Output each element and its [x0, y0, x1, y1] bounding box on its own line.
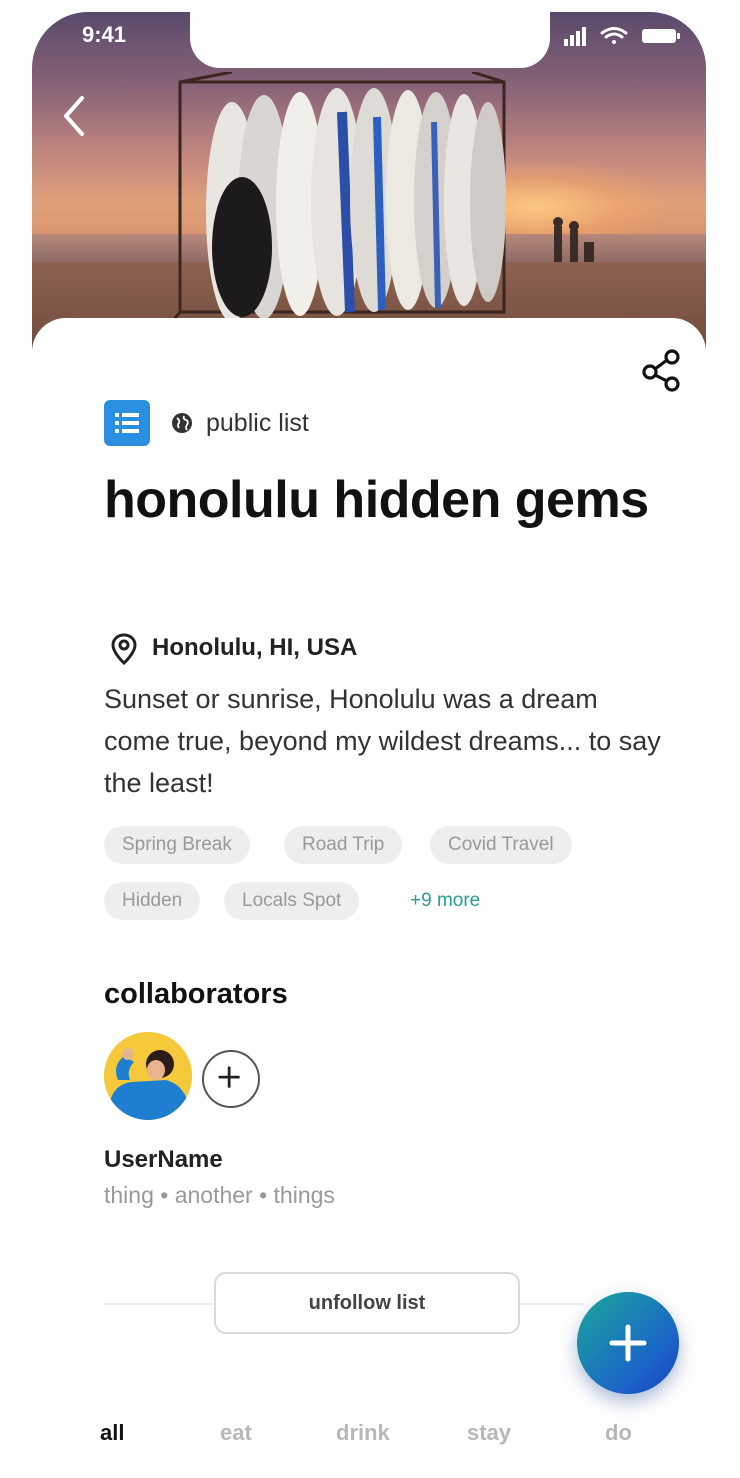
- wifi-icon: [600, 27, 628, 44]
- avatar[interactable]: [104, 1032, 192, 1120]
- collaborators-heading: collaborators: [104, 978, 288, 1010]
- status-time: 9:41: [82, 22, 127, 47]
- add-collaborator-button[interactable]: [202, 1050, 260, 1108]
- add-fab-button[interactable]: [577, 1292, 679, 1394]
- tab-stay[interactable]: stay: [467, 1420, 511, 1446]
- beach-people-image: [553, 217, 594, 262]
- category-tabs: all eat drink stay do: [0, 1420, 740, 1460]
- more-tags-link[interactable]: +9 more: [410, 882, 480, 920]
- tag-chip[interactable]: Road Trip: [284, 826, 403, 864]
- list-icon: [104, 400, 150, 446]
- tag-chip[interactable]: Covid Travel: [430, 826, 572, 864]
- plus-icon: [218, 1066, 240, 1088]
- tab-drink[interactable]: drink: [336, 1420, 390, 1446]
- back-icon[interactable]: [56, 92, 92, 140]
- collaborator-meta: thing • another • things: [104, 1182, 335, 1208]
- surfboard-rack-image: [172, 72, 506, 322]
- signal-icon: [564, 27, 586, 46]
- location-pin-icon: [111, 633, 137, 666]
- tag-chip[interactable]: Hidden: [104, 882, 201, 920]
- tab-all[interactable]: all: [100, 1420, 124, 1446]
- page-title: honolulu hidden gems: [104, 471, 649, 529]
- battery-icon: [642, 29, 680, 43]
- screen: 9:41 public list honolulu hidden gems Ho…: [0, 0, 740, 1478]
- list-description: Sunset or sunrise, Honolulu was a dream …: [104, 684, 661, 798]
- tag-chip[interactable]: Spring Break: [104, 826, 250, 864]
- notch: [190, 12, 550, 68]
- tab-do[interactable]: do: [605, 1420, 632, 1446]
- share-icon[interactable]: [638, 346, 686, 394]
- location-text: Honolulu, HI, USA: [152, 634, 358, 661]
- globe-icon: [172, 413, 192, 433]
- visibility-label: public list: [206, 409, 309, 437]
- collaborator-name: UserName: [104, 1146, 223, 1173]
- status-icons: [564, 27, 680, 46]
- tag-chip[interactable]: Locals Spot: [224, 882, 360, 920]
- tab-eat[interactable]: eat: [220, 1420, 252, 1446]
- unfollow-list-button[interactable]: unfollow list: [214, 1272, 520, 1334]
